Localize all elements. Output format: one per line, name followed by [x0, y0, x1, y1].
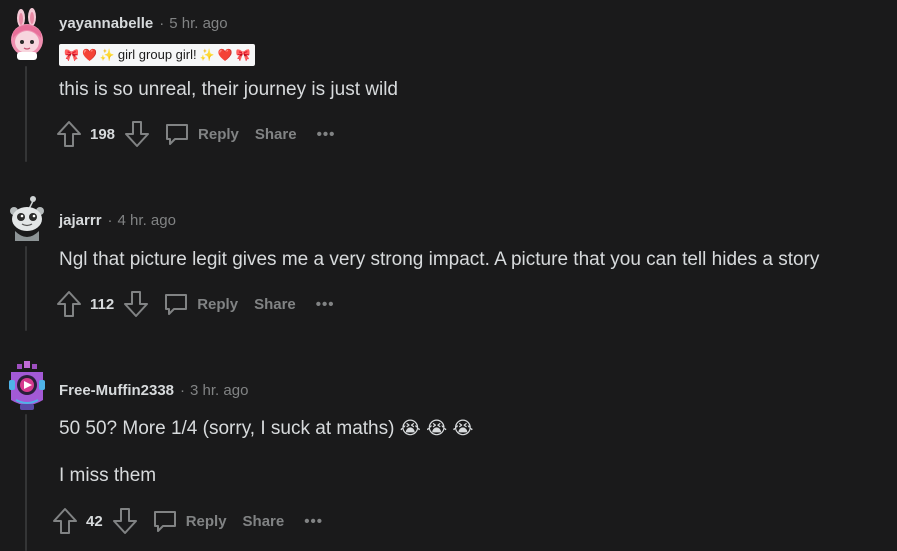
flair-text: girl group girl! — [117, 47, 197, 62]
vote-score: 198 — [90, 125, 116, 143]
downvote-icon[interactable] — [124, 120, 150, 148]
share-button[interactable]: Share — [254, 296, 296, 313]
timestamp[interactable]: 4 hr. ago — [118, 212, 176, 229]
more-options-icon[interactable]: ••• — [317, 126, 336, 143]
upvote-icon[interactable] — [56, 290, 82, 318]
ribbon-emoji: 🎀 — [64, 48, 79, 62]
thread-line[interactable] — [25, 414, 27, 551]
sparkles-emoji: ✨ — [199, 48, 215, 62]
comment-bubble-icon — [153, 511, 176, 532]
reply-button[interactable]: Reply — [163, 291, 238, 317]
comment-bubble-icon — [165, 294, 188, 315]
reply-label: Reply — [198, 125, 239, 143]
sparkles-emoji: ✨ — [99, 48, 115, 62]
thread-line[interactable] — [25, 246, 27, 331]
reply-button[interactable]: Reply — [164, 121, 239, 147]
vote-score: 112 — [90, 295, 115, 313]
more-options-icon[interactable]: ••• — [316, 296, 335, 313]
grey-snoo-avatar[interactable] — [7, 195, 47, 241]
upvote-icon[interactable] — [56, 120, 82, 148]
crying-face-emoji: 😭 — [399, 418, 421, 439]
purple-robot-avatar[interactable] — [6, 360, 48, 412]
share-button[interactable]: Share — [255, 126, 297, 143]
comment-actions: 42 Reply Share ••• — [52, 505, 323, 537]
heart-emoji: ❤️ — [217, 48, 233, 62]
crying-face-emoji: 😭 — [452, 418, 474, 439]
comment-header: jajarrr · 4 hr. ago — [59, 212, 176, 229]
downvote-icon[interactable] — [112, 507, 138, 535]
timestamp[interactable]: 5 hr. ago — [169, 15, 227, 32]
separator: · — [107, 212, 113, 229]
reply-label: Reply — [185, 512, 227, 530]
comment-body-line: 50 50? More 1/4 (sorry, I suck at maths) — [59, 418, 395, 439]
comment-body-line: I miss them — [59, 465, 157, 486]
comment-bubble-icon — [166, 124, 189, 145]
comment-body: this is so unreal, their journey is just… — [59, 79, 398, 100]
separator: · — [159, 15, 165, 32]
thread-line[interactable] — [25, 66, 27, 162]
separator: · — [180, 382, 186, 399]
comment-body: 50 50? More 1/4 (sorry, I suck at maths)… — [59, 418, 473, 440]
heart-emoji: ❤️ — [81, 48, 97, 62]
comment-actions: 198 Reply Share ••• — [56, 118, 335, 150]
comment-actions: 112 Reply Share ••• — [56, 288, 335, 320]
username[interactable]: yayannabelle — [59, 15, 153, 32]
reply-button[interactable]: Reply — [152, 508, 227, 534]
more-options-icon[interactable]: ••• — [304, 513, 323, 530]
comment-header: yayannabelle · 5 hr. ago — [59, 15, 228, 32]
downvote-icon[interactable] — [123, 290, 149, 318]
ribbon-emoji: 🎀 — [235, 48, 251, 62]
comment-body: Ngl that picture legit gives me a very s… — [59, 249, 820, 270]
timestamp[interactable]: 3 hr. ago — [190, 382, 248, 399]
share-button[interactable]: Share — [243, 513, 285, 530]
user-flair: 🎀 ❤️ ✨ girl group girl! ✨ ❤️ 🎀 — [59, 44, 256, 66]
username[interactable]: Free-Muffin2338 — [59, 382, 174, 399]
reply-label: Reply — [197, 295, 239, 313]
username[interactable]: jajarrr — [59, 212, 102, 229]
comment-header: Free-Muffin2338 · 3 hr. ago — [59, 382, 248, 399]
vote-score: 42 — [86, 512, 103, 530]
upvote-icon[interactable] — [52, 507, 78, 535]
pink-bunny-avatar[interactable] — [8, 8, 48, 60]
crying-face-emoji: 😭 — [426, 418, 448, 439]
